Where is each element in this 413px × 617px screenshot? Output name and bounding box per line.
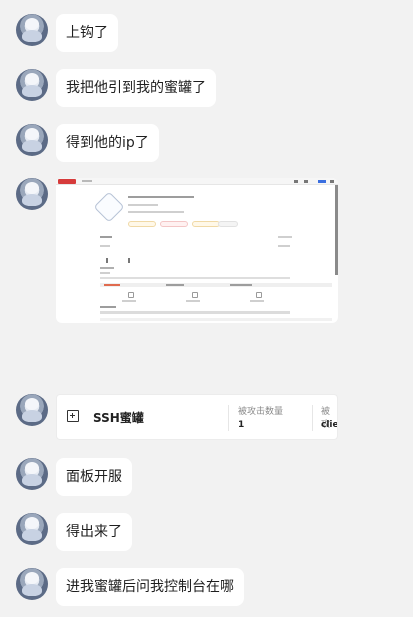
message-bubble[interactable]: 我把他引到我的蜜罐了	[56, 69, 216, 107]
avatar[interactable]	[16, 124, 48, 156]
expand-plus-icon[interactable]	[67, 410, 79, 422]
message-row	[16, 178, 338, 323]
divider	[228, 405, 229, 431]
divider	[312, 405, 313, 431]
message-bubble[interactable]: 面板开服	[56, 458, 132, 496]
attack-count-value: 1	[238, 420, 245, 430]
honeypot-hex-icon	[93, 191, 125, 223]
message-row: 上钩了	[16, 14, 118, 52]
message-bubble[interactable]: 进我蜜罐后问我控制台在哪	[56, 568, 244, 606]
message-row: 得到他的ip了	[16, 124, 159, 162]
avatar[interactable]	[16, 394, 48, 426]
message-bubble[interactable]: 得到他的ip了	[56, 124, 159, 162]
avatar[interactable]	[16, 458, 48, 490]
screenshot-topbar	[56, 178, 338, 185]
stat-icon	[192, 292, 198, 298]
avatar[interactable]	[16, 69, 48, 101]
avatar[interactable]	[16, 513, 48, 545]
avatar[interactable]	[16, 14, 48, 46]
stat-icon	[256, 292, 262, 298]
message-bubble[interactable]: 得出来了	[56, 513, 132, 551]
message-row: SSH蜜罐 被攻击数量 1 被攻 clie	[16, 394, 338, 440]
avatar[interactable]	[16, 178, 48, 210]
screenshot-scrollbar	[335, 185, 338, 275]
message-row: 进我蜜罐后问我控制台在哪	[16, 568, 244, 606]
screenshot-logo	[58, 179, 76, 184]
message-bubble[interactable]: 上钩了	[56, 14, 118, 52]
honeypot-name: SSH蜜罐	[93, 411, 144, 425]
message-row: 我把他引到我的蜜罐了	[16, 69, 216, 107]
avatar[interactable]	[16, 568, 48, 600]
attack-count-label: 被攻击数量	[238, 407, 284, 417]
screenshot-image[interactable]	[56, 178, 338, 323]
honeypot-card[interactable]: SSH蜜罐 被攻击数量 1 被攻 clie	[56, 394, 338, 440]
message-row: 面板开服	[16, 458, 132, 496]
message-row: 得出来了	[16, 513, 132, 551]
stat-icon	[128, 292, 134, 298]
column-value: clie	[321, 420, 338, 430]
